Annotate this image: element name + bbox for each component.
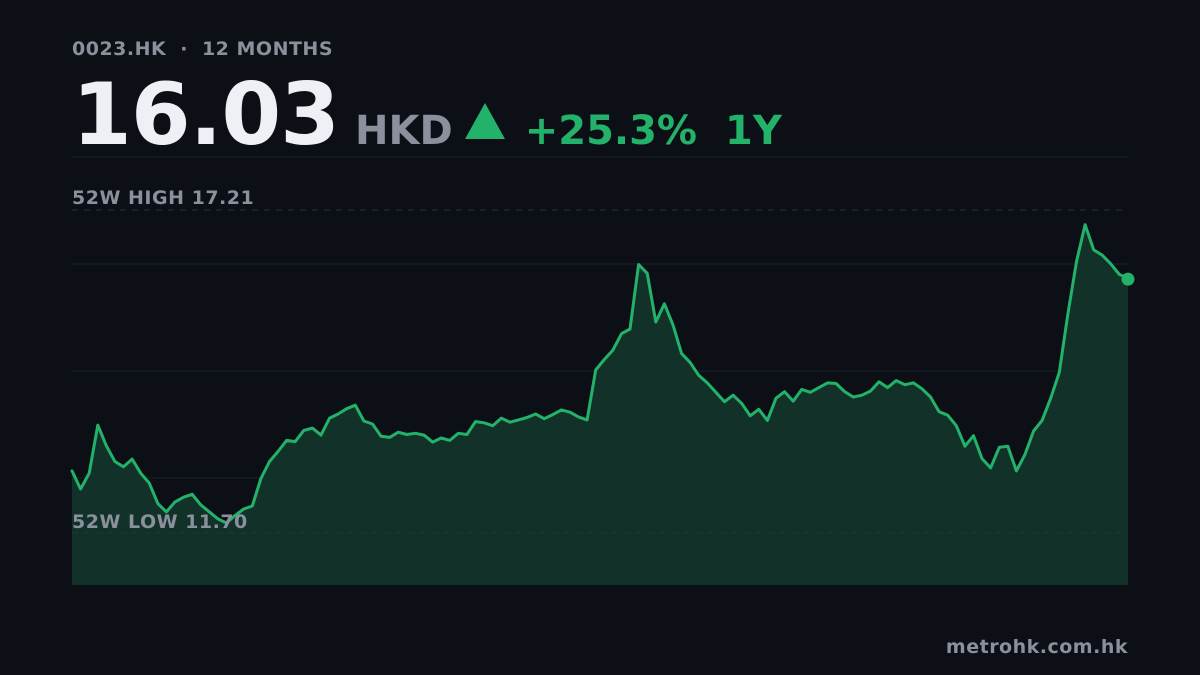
source-domain: metrohk.com.hk [945, 636, 1128, 658]
low-label: 52W LOW 11.70 [72, 511, 248, 533]
last-price-marker [1121, 272, 1135, 286]
price-chart: 52W HIGH 17.21 52W LOW 11.70 [70, 156, 1135, 585]
high-label: 52W HIGH 17.21 [72, 187, 254, 209]
